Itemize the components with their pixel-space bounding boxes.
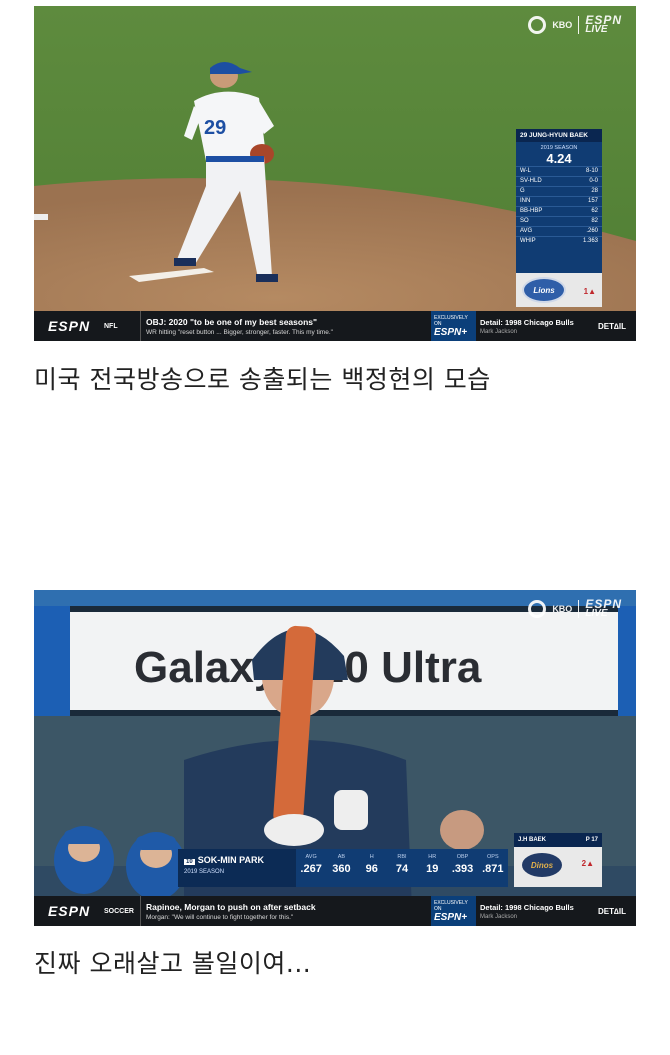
- season-label: 2019 SEASON: [184, 869, 225, 875]
- dinos-logo-icon: Dinos: [522, 853, 562, 877]
- bug-divider: [578, 600, 580, 618]
- caption-1: 미국 전국방송으로 송출되는 백정현의 모습: [34, 365, 491, 394]
- espn-live-bug: KBO ESPN LIVE: [528, 14, 622, 35]
- kbo-logo-icon: [528, 16, 547, 34]
- pitcher-short-name: J.H BAEK: [518, 837, 547, 843]
- stat-cell: AB 360: [332, 854, 351, 875]
- stat-cell: RBI 74: [395, 854, 409, 875]
- live-label: LIVE: [585, 24, 608, 35]
- espn-live-logo: ESPN LIVE: [585, 598, 622, 619]
- stat-row: AVG .260: [516, 226, 602, 236]
- scorebug-box: J.H BAEK P 17 Dinos 2▲: [514, 833, 602, 887]
- caption-2: 진짜 오래살고 볼일이여...: [34, 949, 312, 978]
- pitch-count: P 17: [585, 837, 598, 843]
- espn-plus-badge: EXCLUSIVELY ON ESPN+: [431, 896, 476, 926]
- ticker-subline: Morgan: "We will continue to fight toget…: [146, 913, 294, 921]
- pitcher-name: 29 JUNG-HYUN BAEK: [516, 129, 602, 142]
- stat-rows: W-L 8-10 SV-HLD 0-0 G 28 INN 157 BB-HBP 62 SO…: [516, 166, 602, 246]
- broadcast-image-batter: Galaxy S20 Ultra KBO ESPNLIVE 10SOK-MIN …: [34, 590, 636, 926]
- kbo-logo-icon: [528, 600, 547, 618]
- ticker-league: SOCCER: [104, 907, 134, 915]
- stat-row: W-L 8-10: [516, 166, 602, 176]
- stat-row: INN 157: [516, 196, 602, 206]
- bug-divider: [578, 16, 580, 34]
- ticker-promo: Detail: 1998 Chicago Bulls Mark Jackson: [480, 902, 574, 920]
- ticker-promo: Detail: 1998 Chicago Bulls Mark Jackson: [480, 317, 574, 335]
- batter-stats: AVG .267 AB 360 H 96 RBI 74 HR 19 OBP .393 OPS…: [296, 849, 508, 887]
- stat-cell: HR 19: [426, 854, 439, 875]
- stat-row: G 28: [516, 186, 602, 196]
- espn-live-logo: ESPN LIVE: [585, 14, 622, 35]
- ticker-headline: Rapinoe, Morgan to push on after setback: [146, 901, 316, 912]
- inning-indicator: 2▲: [581, 859, 594, 868]
- espn-plus-badge: EXCLUSIVELY ON ESPN+: [431, 311, 476, 341]
- bottom-ticker: ESPN NFL OBJ: 2020 "to be one of my best…: [34, 311, 636, 341]
- batter-name: SOK-MIN PARK: [197, 855, 265, 865]
- kbo-label: KBO: [552, 20, 573, 30]
- pitcher-stat-panel: 29 JUNG-HYUN BAEK 2019 SEASON 4.24 W-L 8-…: [516, 129, 602, 307]
- stat-row: SO 82: [516, 216, 602, 226]
- stat-cell: OBP .393: [451, 854, 474, 875]
- espn-logo: ESPN: [47, 903, 91, 919]
- ticker-league: NFL: [104, 322, 118, 330]
- inning-indicator: 1▲: [583, 287, 596, 296]
- kbo-label: KBO: [552, 604, 573, 614]
- stat-cell: AVG .267: [300, 854, 322, 875]
- stat-row: SV-HLD 0-0: [516, 176, 602, 186]
- bottom-ticker: ESPN SOCCER Rapinoe, Morgan to push on a…: [34, 896, 636, 926]
- ticker-headline: OBJ: 2020 "to be one of my best seasons": [146, 316, 318, 327]
- batter-number: 10: [184, 859, 195, 865]
- jersey-number: 29: [204, 117, 226, 139]
- lions-logo-icon: Lions: [522, 277, 566, 303]
- stat-cell: H 96: [365, 854, 378, 875]
- ticker-subline: WR hitting "reset button ... Bigger, str…: [146, 328, 333, 336]
- espn-live-bug: KBO ESPN LIVE: [528, 598, 622, 619]
- ticker-story: Rapinoe, Morgan to push on after setback…: [140, 896, 431, 926]
- stat-row: WHIP 1.363: [516, 236, 602, 246]
- ticker-story: OBJ: 2020 "to be one of my best seasons"…: [140, 311, 431, 341]
- detail-logo: DET∆IL: [598, 321, 627, 331]
- era-value: 4.24: [546, 151, 572, 166]
- detail-logo: DET∆IL: [598, 906, 627, 916]
- broadcast-image-pitcher: 29 KBO ESPN LIVE 29 JUNG-HYUN BAEK 2019 S…: [34, 6, 636, 341]
- batter-name-box: 10 SOK-MIN PARK 2019 SEASON: [178, 849, 296, 887]
- live-label: LIVE: [585, 608, 608, 619]
- scorebug-footer: Lions 1▲: [516, 273, 602, 307]
- stat-row: BB-HBP 62: [516, 206, 602, 216]
- espn-logo: ESPN: [47, 318, 91, 334]
- scorebug-header: J.H BAEK P 17: [514, 833, 602, 847]
- stat-cell: OPS .871: [482, 854, 504, 875]
